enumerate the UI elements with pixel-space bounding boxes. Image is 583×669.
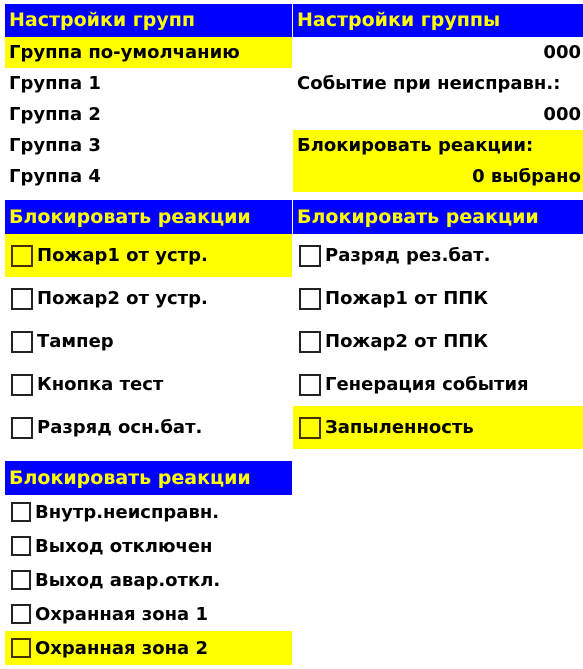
fault-event-value[interactable]: 000 (293, 99, 583, 130)
reaction-label: Пожар1 от ППК (325, 288, 489, 309)
checkbox-icon[interactable] (11, 536, 31, 556)
group-item-2[interactable]: Группа 2 (5, 99, 292, 130)
group-config-title: Настройки группы (293, 4, 583, 37)
group-item-4[interactable]: Группа 4 (5, 161, 292, 192)
group-item-3[interactable]: Группа 3 (5, 130, 292, 161)
checkbox-icon[interactable] (11, 330, 33, 353)
checkbox-icon[interactable] (11, 604, 31, 624)
group-settings-title: Настройки групп (5, 4, 292, 37)
reaction-item-fire1-panel[interactable]: Пожар1 от ППК (293, 277, 583, 320)
checkbox-icon[interactable] (11, 416, 33, 439)
reaction-item-event-generation[interactable]: Генерация события (293, 363, 583, 406)
block-reactions-title-2: Блокировать реакции (293, 200, 583, 234)
reaction-item-output-emergency-off[interactable]: Выход авар.откл. (5, 563, 292, 597)
reaction-item-security-zone-1[interactable]: Охранная зона 1 (5, 597, 292, 631)
checkbox-icon[interactable] (11, 373, 33, 396)
checkbox-icon[interactable] (299, 244, 321, 267)
checkbox-icon[interactable] (11, 638, 31, 658)
reaction-item-internal-fault[interactable]: Внутр.неисправн. (5, 495, 292, 529)
reaction-label: Запыленность (325, 417, 474, 438)
reaction-label: Выход отключен (35, 535, 213, 557)
reaction-label: Кнопка тест (37, 374, 164, 395)
reaction-label: Тампер (37, 331, 114, 352)
reaction-item-fire2-panel[interactable]: Пожар2 от ППК (293, 320, 583, 363)
group-settings-screen: Настройки групп Группа по-умолчанию Груп… (5, 4, 292, 195)
reaction-item-tamper[interactable]: Тампер (5, 320, 292, 363)
block-reactions-title-1: Блокировать реакции (5, 200, 292, 234)
reaction-label: Разряд рез.бат. (325, 245, 491, 266)
reaction-item-test-button[interactable]: Кнопка тест (5, 363, 292, 406)
group-item-default[interactable]: Группа по-умолчанию (5, 37, 292, 68)
reaction-item-dust[interactable]: Запыленность (293, 406, 583, 449)
reaction-item-main-battery-low[interactable]: Разряд осн.бат. (5, 406, 292, 449)
block-reactions-screen-2: Блокировать реакции Разряд рез.бат. Пожа… (293, 200, 583, 455)
block-reactions-title-3: Блокировать реакции (5, 461, 292, 495)
checkbox-icon[interactable] (299, 287, 321, 310)
reaction-label: Пожар2 от ППК (325, 331, 489, 352)
reaction-item-backup-battery-low[interactable]: Разряд рез.бат. (293, 234, 583, 277)
block-reactions-count[interactable]: 0 выбрано (293, 161, 583, 192)
group-item-1[interactable]: Группа 1 (5, 68, 292, 99)
reaction-label: Внутр.неисправн. (35, 501, 220, 523)
fault-event-label: Событие при неисправн.: (297, 73, 561, 94)
block-reactions-screen-3: Блокировать реакции Внутр.неисправн. Вых… (5, 461, 292, 668)
reaction-label: Выход авар.откл. (35, 569, 221, 591)
reaction-item-fire1-device[interactable]: Пожар1 от устр. (5, 234, 292, 277)
checkbox-icon[interactable] (299, 330, 321, 353)
reaction-item-fire2-device[interactable]: Пожар2 от устр. (5, 277, 292, 320)
block-reactions-label[interactable]: Блокировать реакции: (293, 130, 583, 161)
checkbox-icon[interactable] (299, 373, 321, 396)
reaction-item-security-zone-2[interactable]: Охранная зона 2 (5, 631, 292, 665)
checkbox-icon[interactable] (11, 502, 31, 522)
reaction-label: Пожар2 от устр. (37, 288, 208, 309)
block-reactions-screen-1: Блокировать реакции Пожар1 от устр. Пожа… (5, 200, 292, 455)
reaction-item-output-disabled[interactable]: Выход отключен (5, 529, 292, 563)
reaction-label: Охранная зона 2 (35, 637, 208, 659)
checkbox-icon[interactable] (11, 287, 33, 310)
group-config-screen: Настройки группы 000 Событие при неиспра… (293, 4, 583, 195)
group-config-value-1[interactable]: 000 (293, 37, 583, 68)
checkbox-icon[interactable] (299, 416, 321, 439)
checkbox-icon[interactable] (11, 244, 33, 267)
reaction-label: Охранная зона 1 (35, 603, 208, 625)
reaction-label: Пожар1 от устр. (37, 245, 208, 266)
reaction-label: Разряд осн.бат. (37, 417, 203, 438)
reaction-label: Генерация события (325, 374, 529, 395)
checkbox-icon[interactable] (11, 570, 31, 590)
